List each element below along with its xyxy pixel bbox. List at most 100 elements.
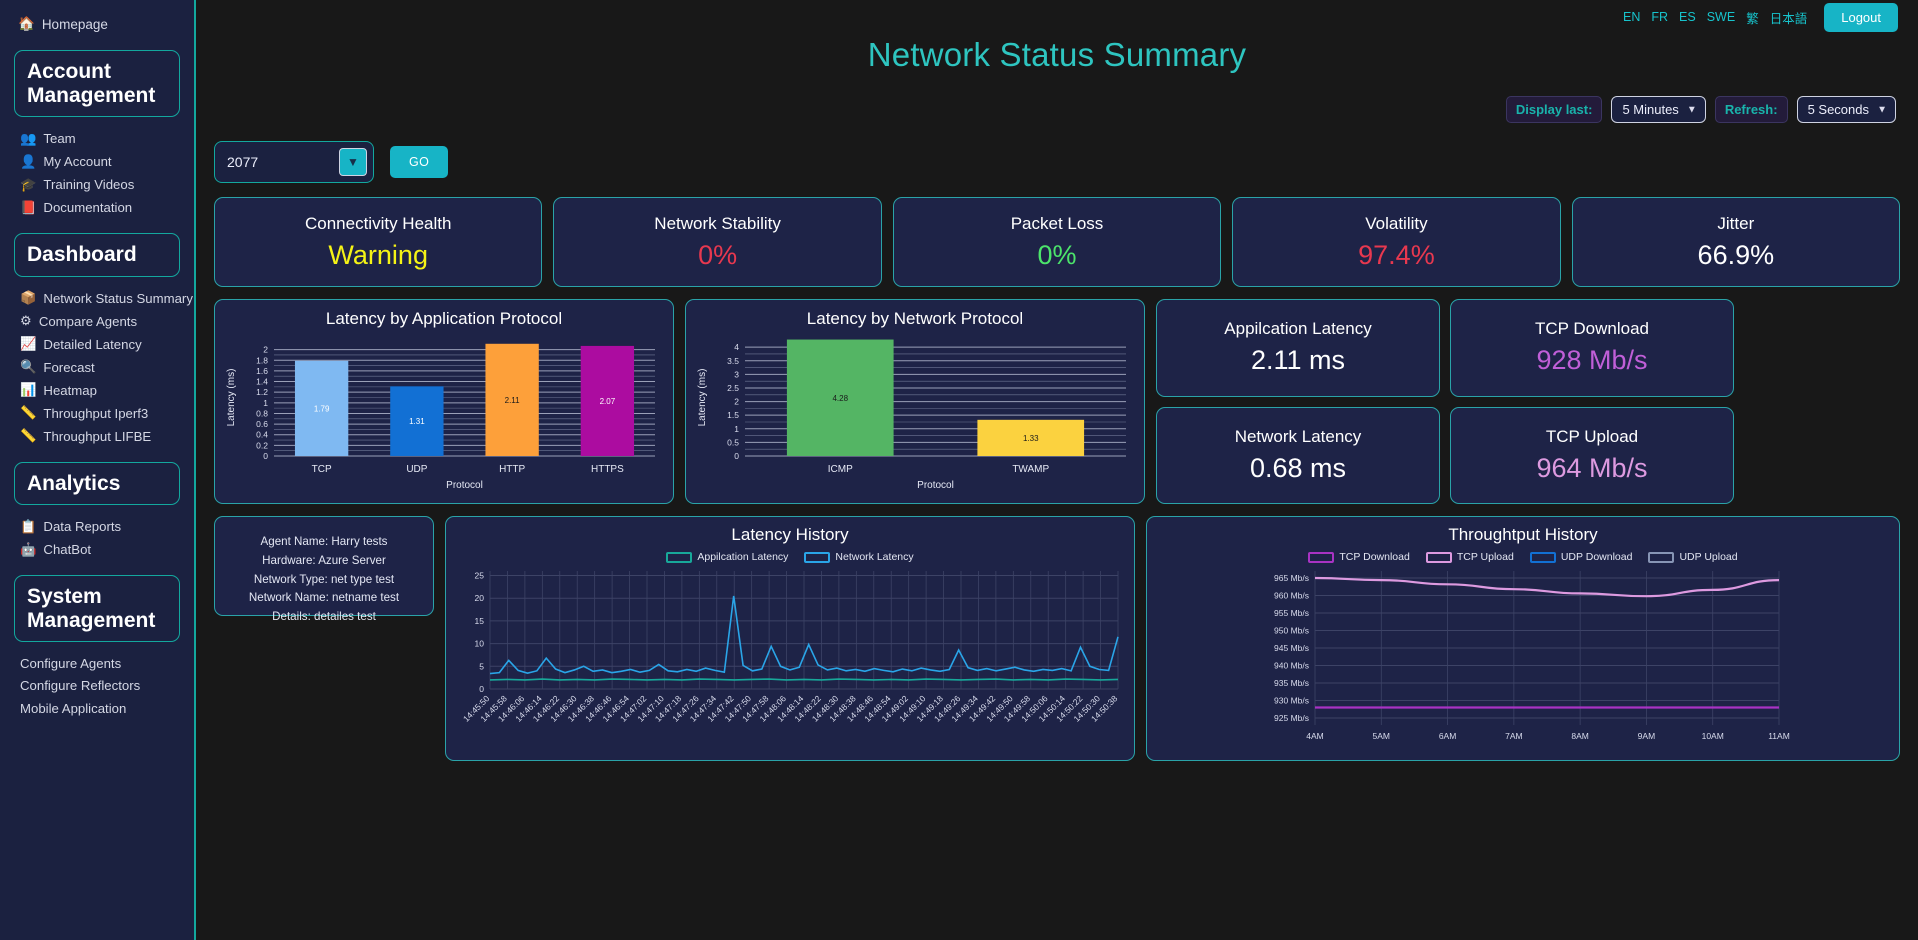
- sidebar-item-documentation[interactable]: 📕 Documentation: [0, 196, 194, 219]
- agent-info-line: Agent Name: Harry tests: [260, 535, 388, 548]
- chart-card-throughput-history: Throughtput History TCP Download TCP Upl…: [1146, 516, 1900, 761]
- sidebar-section-system-management[interactable]: System Management: [14, 575, 180, 643]
- sidebar-section-dashboard[interactable]: Dashboard: [14, 233, 180, 277]
- sidebar-group-system-management: Configure Agents Configure Reflectors Mo…: [0, 652, 194, 720]
- language-es[interactable]: ES: [1679, 10, 1696, 24]
- svg-text:3: 3: [734, 369, 739, 379]
- language-fr[interactable]: FR: [1651, 10, 1668, 24]
- svg-text:3.5: 3.5: [727, 356, 739, 366]
- legend-item-udp-download[interactable]: UDP Download: [1529, 551, 1632, 563]
- sidebar-item-compare-agents[interactable]: ⚙ Compare Agents: [0, 310, 194, 333]
- sidebar-item-throughput-lifbe[interactable]: 📏 Throughput LIFBE: [0, 425, 194, 448]
- legend-item-udp-upload[interactable]: UDP Upload: [1648, 551, 1738, 563]
- language-swe[interactable]: SWE: [1707, 10, 1735, 24]
- svg-text:1.4: 1.4: [256, 377, 268, 387]
- agent-select[interactable]: 2077 ▼: [214, 141, 374, 183]
- sidebar-item-chatbot[interactable]: 🤖 ChatBot: [0, 538, 194, 561]
- chart-card-latency-by-application-protocol: Latency by Application Protocol Latency …: [214, 299, 674, 504]
- legend-swatch: [1308, 551, 1335, 563]
- svg-text:6AM: 6AM: [1439, 731, 1456, 741]
- svg-text:0.4: 0.4: [256, 430, 268, 440]
- sidebar-item-label: My Account: [43, 154, 112, 170]
- agent-filter-row: 2077 ▼ GO: [214, 141, 1900, 183]
- metric-card-tcp-download: TCP Download 928 Mb/s: [1450, 299, 1734, 397]
- language-en[interactable]: EN: [1623, 10, 1640, 24]
- sidebar: 🏠 Homepage Account Management 👥 Team 👤 M…: [0, 0, 196, 940]
- chevron-down-icon[interactable]: ▼: [339, 148, 367, 176]
- sidebar-item-training-videos[interactable]: 🎓 Training Videos: [0, 173, 194, 196]
- svg-text:2.5: 2.5: [727, 383, 739, 393]
- svg-text:5: 5: [479, 661, 484, 671]
- svg-text:0: 0: [734, 451, 739, 461]
- svg-text:955 Mb/s: 955 Mb/s: [1274, 608, 1309, 618]
- svg-text:945 Mb/s: 945 Mb/s: [1274, 643, 1309, 653]
- sidebar-item-configure-agents[interactable]: Configure Agents: [0, 652, 194, 675]
- sidebar-item-label: Throughput Iperf3: [43, 405, 149, 421]
- metric-title: Appilcation Latency: [1224, 319, 1372, 339]
- svg-text:2: 2: [734, 397, 739, 407]
- sidebar-item-label: Detailed Latency: [43, 336, 142, 352]
- middle-row: Latency by Application Protocol Latency …: [214, 299, 1900, 504]
- sidebar-item-heatmap[interactable]: 📊 Heatmap: [0, 379, 194, 402]
- main-content: EN FR ES SWE 繁 日本語 Logout Network Status…: [196, 0, 1918, 940]
- agent-info-line: Details: detailes test: [272, 610, 376, 624]
- gauge-icon: 📏: [20, 428, 37, 444]
- sidebar-item-label: Homepage: [41, 16, 108, 32]
- sidebar-section-analytics[interactable]: Analytics: [14, 461, 180, 506]
- sidebar-item-configure-reflectors[interactable]: Configure Reflectors: [0, 675, 194, 698]
- refresh-select[interactable]: 5 Seconds ▼: [1796, 96, 1896, 123]
- kpi-title: Volatility: [1365, 213, 1428, 233]
- sidebar-item-forecast[interactable]: 🔍 Forecast: [0, 356, 194, 379]
- kpi-card-jitter: Jitter 66.9%: [1571, 197, 1901, 287]
- metric-value: 2.11 ms: [1250, 345, 1346, 376]
- svg-text:11AM: 11AM: [1768, 731, 1790, 741]
- sidebar-item-data-reports[interactable]: 📋 Data Reports: [0, 515, 194, 538]
- svg-text:Protocol: Protocol: [446, 480, 483, 491]
- legend-item-application-latency[interactable]: Appilcation Latency: [666, 551, 788, 563]
- legend-item-tcp-download[interactable]: TCP Download: [1308, 551, 1410, 563]
- svg-text:10AM: 10AM: [1702, 731, 1724, 741]
- line-chart-throughput-history: 925 Mb/s 930 Mb/s 935 Mb/s 940 Mb/s 945 Mb/s…: [1274, 571, 1790, 741]
- legend-item-tcp-upload[interactable]: TCP Upload: [1425, 551, 1514, 563]
- sidebar-item-team[interactable]: 👥 Team: [0, 127, 194, 150]
- svg-text:965 Mb/s: 965 Mb/s: [1274, 573, 1309, 583]
- svg-text:Protocol: Protocol: [917, 480, 954, 491]
- svg-text:0: 0: [479, 684, 484, 694]
- language-zh[interactable]: 繁: [1746, 8, 1759, 27]
- chart-card-latency-history: Latency History Appilcation Latency Netw…: [445, 516, 1135, 761]
- metric-value: 928 Mb/s: [1536, 345, 1648, 376]
- kpi-card-connectivity-health: Connectivity Health Warning: [214, 197, 543, 287]
- sidebar-section-account-management[interactable]: Account Management: [14, 50, 180, 118]
- kpi-value: 97.4%: [1358, 239, 1435, 270]
- display-last-select[interactable]: 5 Minutes ▼: [1611, 96, 1706, 123]
- svg-text:8AM: 8AM: [1571, 731, 1588, 741]
- metric-value: 964 Mb/s: [1536, 452, 1648, 483]
- svg-text:ICMP: ICMP: [827, 464, 852, 475]
- display-controls: Display last: 5 Minutes ▼ Refresh: 5 Sec…: [214, 96, 1900, 123]
- sidebar-item-my-account[interactable]: 👤 My Account: [0, 150, 194, 173]
- sidebar-item-homepage[interactable]: 🏠 Homepage: [0, 12, 194, 36]
- kpi-value: 0%: [1037, 239, 1077, 270]
- svg-text:20: 20: [475, 593, 485, 603]
- sidebar-item-network-status-summary[interactable]: 📦 Network Status Summary: [0, 287, 194, 310]
- sidebar-item-detailed-latency[interactable]: 📈 Detailed Latency: [0, 333, 194, 356]
- sidebar-group-dashboard: 📦 Network Status Summary ⚙ Compare Agent…: [0, 287, 194, 448]
- agent-info-line: Network Type: net type test: [253, 572, 395, 586]
- svg-text:940 Mb/s: 940 Mb/s: [1274, 661, 1309, 671]
- kpi-card-volatility: Volatility 97.4%: [1232, 197, 1561, 287]
- go-button[interactable]: GO: [390, 146, 449, 178]
- legend-item-network-latency[interactable]: Network Latency: [804, 551, 914, 563]
- svg-text:0.6: 0.6: [256, 419, 268, 429]
- agent-info-line: Network Name: netname test: [248, 591, 400, 605]
- language-ja[interactable]: 日本語: [1770, 8, 1808, 27]
- legend-label: TCP Download: [1339, 551, 1410, 563]
- sidebar-item-mobile-application[interactable]: Mobile Application: [0, 697, 194, 720]
- user-check-icon: 👤: [20, 153, 37, 169]
- logout-button[interactable]: Logout: [1824, 2, 1898, 32]
- sidebar-item-label: Configure Agents: [20, 655, 122, 671]
- chart-title: Latency History: [731, 525, 849, 544]
- svg-text:0.8: 0.8: [256, 408, 268, 418]
- svg-text:1.79: 1.79: [313, 404, 329, 413]
- sidebar-item-throughput-iperf3[interactable]: 📏 Throughput Iperf3: [0, 402, 194, 425]
- legend-swatch: [1425, 551, 1452, 563]
